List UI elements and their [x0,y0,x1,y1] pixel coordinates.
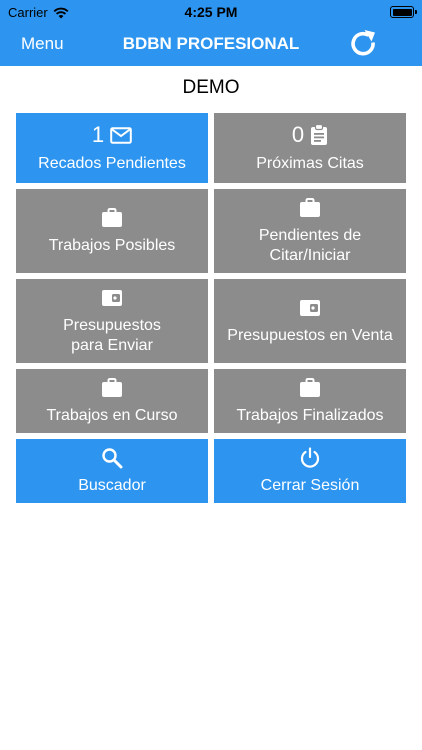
battery-icon [390,6,417,18]
tile-label: Presupuestos para Enviar [63,317,161,354]
refresh-button[interactable] [346,26,382,62]
tile-trabajos-finalizados[interactable]: Trabajos Finalizados [214,369,406,433]
tile-pendientes-citar[interactable]: Pendientes de Citar/Iniciar [214,189,406,273]
power-icon [300,447,320,468]
citas-count: 0 [291,122,305,147]
tile-label: Trabajos Finalizados [236,407,384,424]
tile-trabajos-curso[interactable]: Trabajos en Curso [16,369,208,433]
tile-presupuestos-venta[interactable]: Presupuestos en Venta [214,279,406,363]
tile-label: Cerrar Sesión [260,477,360,494]
tile-buscador[interactable]: Buscador [16,439,208,503]
menu-button[interactable]: Menu [21,34,64,54]
tile-label: Trabajos en Curso [46,407,178,424]
briefcase-icon [300,198,320,217]
briefcase-icon [300,378,320,397]
recados-count: 1 [91,122,105,147]
tile-proximas-citas[interactable]: 0 Próximas Citas [214,113,406,183]
tile-trabajos-posibles[interactable]: Trabajos Posibles [16,189,208,273]
wallet-icon [300,300,320,316]
tile-recados-pendientes[interactable]: 1 Recados Pendientes [16,113,208,183]
status-time: 4:25 PM [184,4,238,20]
status-bar: Carrier 4:25 PM [0,0,422,26]
search-icon [102,448,123,469]
mail-icon [110,126,132,144]
tile-label: Trabajos Posibles [48,237,176,254]
tile-label: Presupuestos en Venta [227,327,393,344]
refresh-icon [351,30,375,56]
tile-cerrar-sesion[interactable]: Cerrar Sesión [214,439,406,503]
tile-presupuestos-enviar[interactable]: Presupuestos para Enviar [16,279,208,363]
tile-label: Próximas Citas [256,155,364,172]
briefcase-icon [102,208,122,227]
tile-label: Recados Pendientes [38,155,186,172]
company-name: DEMO [182,77,240,98]
clipboard-icon [311,124,328,145]
tile-label: Buscador [78,477,146,494]
nav-bar: Menu BDBN PROFESIONAL [0,26,422,66]
wallet-icon [102,290,122,306]
tile-label: Pendientes de Citar/Iniciar [258,227,362,264]
briefcase-icon [102,378,122,397]
